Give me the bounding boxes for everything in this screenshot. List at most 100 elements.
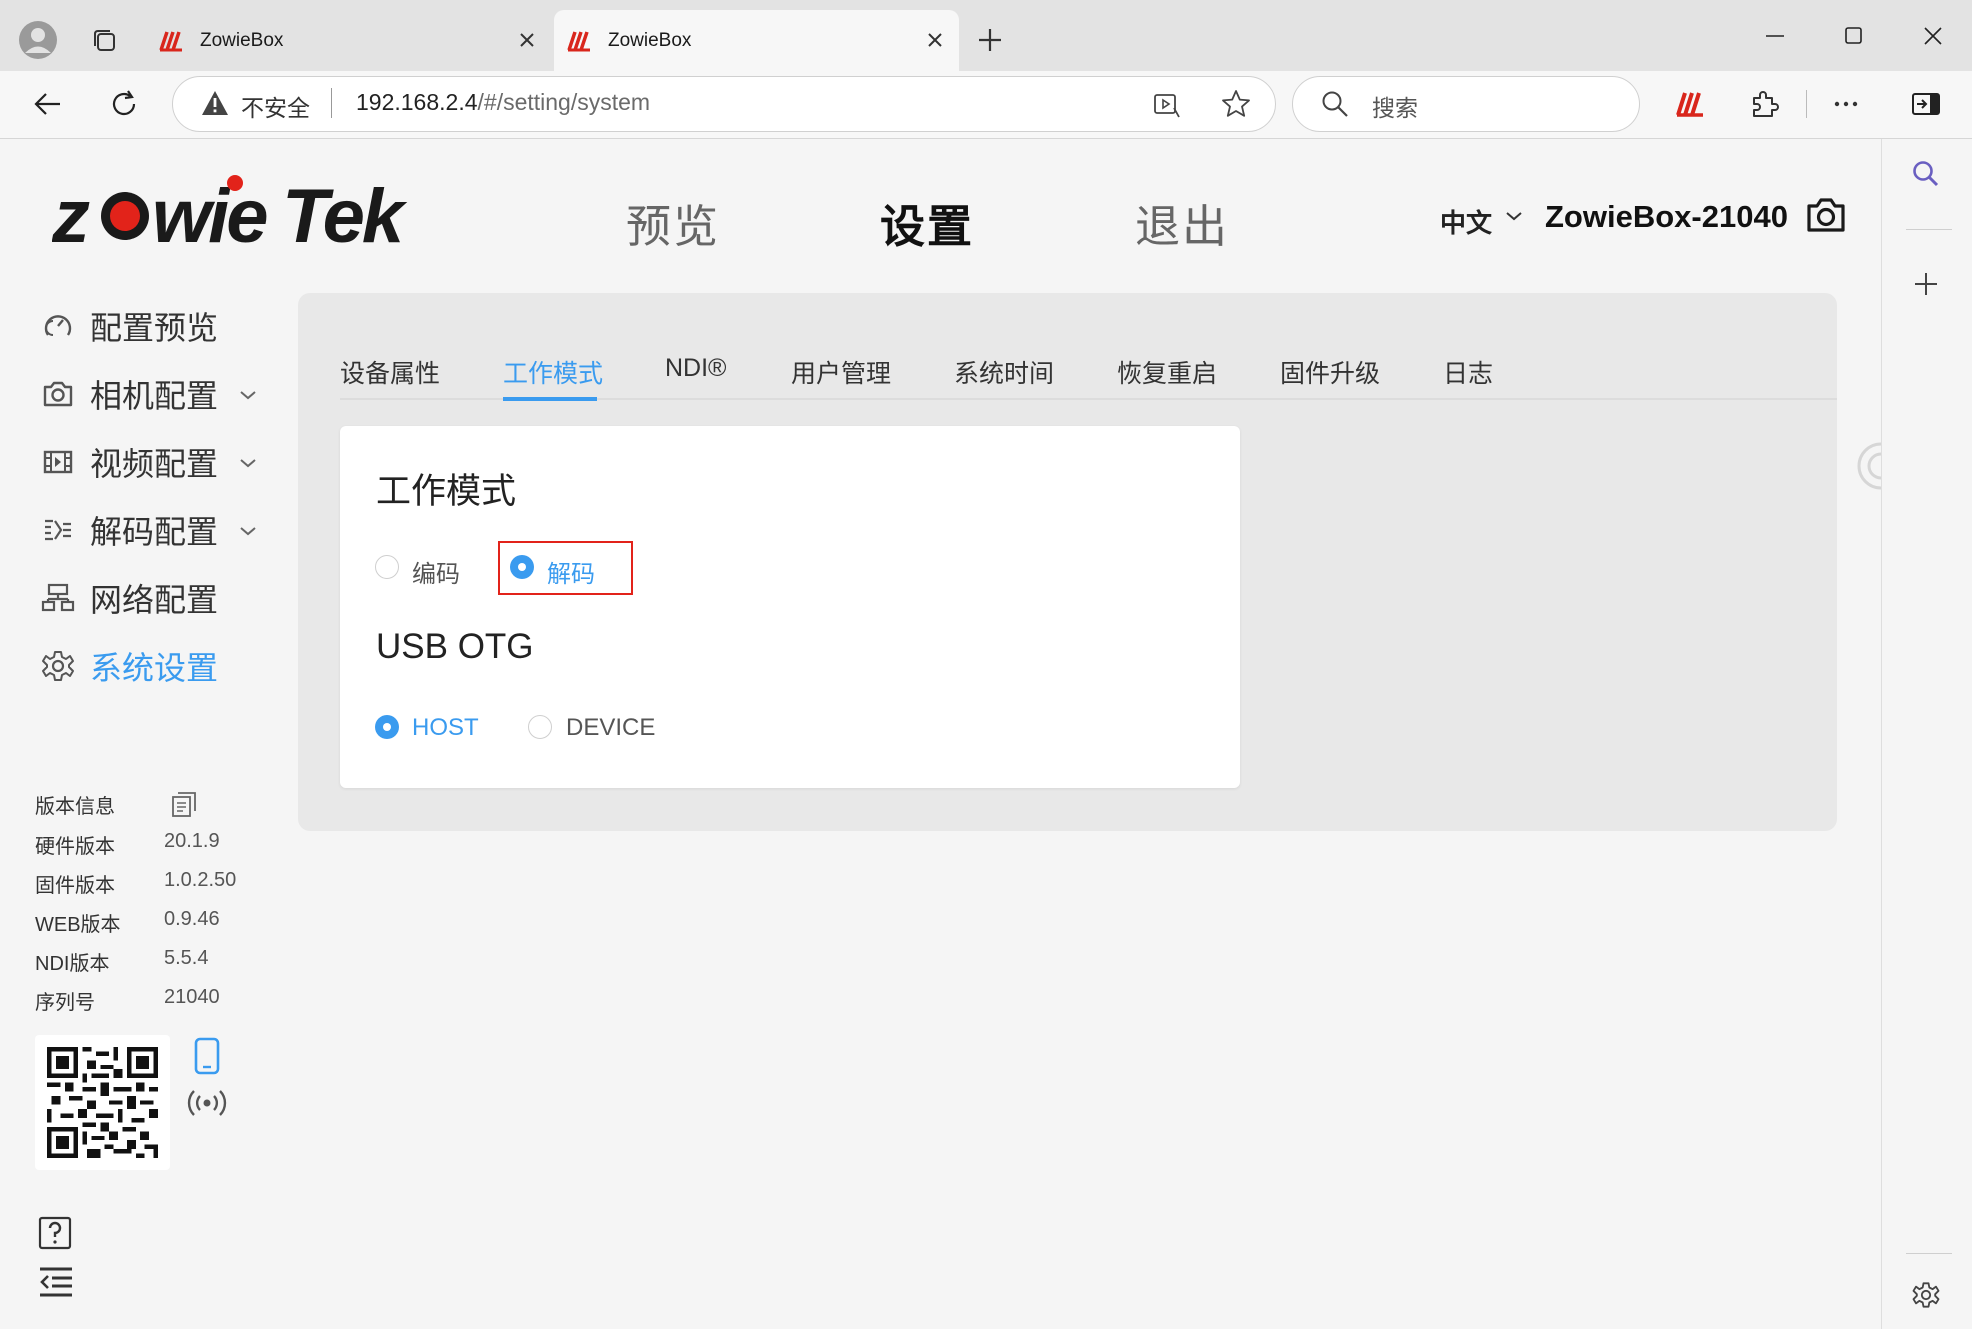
chevron-down-icon[interactable] [236,451,260,475]
wireless-broadcast-icon[interactable] [185,1087,229,1119]
url-text[interactable]: 192.168.2.4/#/setting/system [356,89,650,116]
sidebar-item-network-config[interactable]: 网络配置 [40,576,218,620]
chevron-down-icon[interactable] [1502,204,1526,228]
toolbar-divider [1806,90,1807,118]
sidebar-item-label: 网络配置 [90,582,219,618]
tab-title: ZowieBox [608,29,692,51]
sidebar-toggle-icon[interactable] [1910,88,1942,120]
sidebar-item-decode-config[interactable]: 解码配置 [40,508,218,552]
version-info-title: 版本信息 [35,796,115,818]
copy-icon[interactable] [168,788,200,820]
gear-icon [42,651,74,681]
network-icon [41,583,75,612]
address-bar[interactable] [172,76,1276,132]
device-name: ZowieBox-21040 [1545,199,1788,234]
browser-side-panel [1881,139,1972,1329]
nav-settings[interactable]: 设置 [880,190,974,255]
info-value: 5.5.4 [164,947,209,969]
info-value: 21040 [164,986,220,1008]
sidebar-item-system-settings[interactable]: 系统设置 [40,644,218,688]
dashboard-icon [44,315,72,336]
minimize-icon[interactable] [1752,16,1798,56]
floating-assist-icon[interactable] [1855,440,1881,492]
info-value: 20.1.9 [164,830,220,852]
nav-preview[interactable]: 预览 [626,190,720,255]
tab-restore-reboot[interactable]: 恢复重启 [1117,354,1217,390]
sidebar-item-label: 相机配置 [90,378,219,414]
tab-firmware-upgrade[interactable]: 固件升级 [1280,354,1380,390]
info-label: 硬件版本 [35,836,115,858]
nav-logout[interactable]: 退出 [1135,190,1229,255]
back-icon[interactable] [32,88,64,120]
sidebar-item-label: 视频配置 [90,446,219,482]
qr-code-card [35,1035,170,1170]
device-radio-label[interactable]: DEVICE [566,714,655,742]
close-tab-icon[interactable] [515,28,539,52]
immersive-reader-icon[interactable] [1152,90,1182,120]
close-window-icon[interactable] [1910,16,1956,56]
new-tab-icon[interactable] [976,26,1004,54]
maximize-icon[interactable] [1830,16,1876,56]
host-radio[interactable] [375,715,399,739]
reload-icon[interactable] [108,88,140,120]
tab-system-time[interactable]: 系统时间 [954,354,1054,390]
favorite-star-icon[interactable] [1220,88,1252,120]
encode-radio-label[interactable]: 编码 [412,554,460,589]
tab-work-mode[interactable]: 工作模式 [503,354,603,390]
usb-otg-heading: USB OTG [376,627,534,666]
camera-icon [43,381,73,407]
decode-icon [45,519,71,541]
info-value: 0.9.46 [164,908,220,930]
encode-radio[interactable] [375,555,399,579]
chevron-down-icon[interactable] [236,383,260,407]
chevron-down-icon[interactable] [236,519,260,543]
tab-title: ZowieBox [200,29,284,51]
add-side-app-icon[interactable] [1912,270,1940,298]
zowietek-favicon-icon [567,30,590,51]
gear-icon[interactable] [1911,1280,1941,1310]
tab-user-management[interactable]: 用户管理 [791,354,891,390]
film-icon [43,450,73,474]
mobile-phone-icon[interactable] [192,1037,222,1075]
svg-text:Tek: Tek [282,174,408,254]
profile-avatar-icon[interactable] [18,20,58,60]
search-placeholder: 搜索 [1372,95,1418,121]
sidebar-item-label: 配置预览 [90,310,219,346]
close-tab-icon[interactable] [923,28,947,52]
info-value: 1.0.2.50 [164,869,237,891]
zowietek-logo: z wie Tek [52,174,411,254]
camera-snapshot-icon[interactable] [1804,193,1848,237]
more-menu-icon[interactable] [1830,88,1862,120]
side-panel-divider [1906,229,1952,230]
tab-ndi[interactable]: NDI® [665,354,726,383]
browser-tab[interactable]: ZowieBox [158,10,551,71]
svg-text:wie: wie [152,174,267,254]
search-icon [1322,91,1348,117]
sidebar-item-label: 系统设置 [90,650,219,686]
info-label: WEB版本 [35,914,121,936]
tab-actions-icon[interactable] [90,26,120,56]
sidebar-item-config-preview[interactable]: 配置预览 [40,304,218,348]
work-mode-heading: 工作模式 [376,472,517,511]
security-status-label[interactable]: 不安全 [241,89,310,123]
extensions-puzzle-icon[interactable] [1748,88,1780,120]
help-icon[interactable] [38,1216,72,1250]
side-panel-divider [1906,1253,1952,1254]
sidebar-item-video-config[interactable]: 视频配置 [40,440,218,484]
browser-tab-active[interactable]: ZowieBox [554,10,959,71]
tab-device-properties[interactable]: 设备属性 [340,354,440,390]
active-tab-indicator [503,397,597,401]
host-radio-label[interactable]: HOST [412,714,479,742]
copilot-search-icon[interactable] [1910,158,1942,190]
url-host: 192.168.2.4 [356,89,478,115]
warning-icon[interactable] [200,89,230,117]
collapse-menu-icon[interactable] [38,1266,74,1298]
tab-log[interactable]: 日志 [1443,354,1493,390]
info-label: NDI版本 [35,953,110,975]
zowietek-extension-icon[interactable] [1674,88,1706,120]
sidebar-item-camera-config[interactable]: 相机配置 [40,372,218,416]
device-radio[interactable] [528,715,552,739]
address-divider [331,88,332,118]
highlight-box [498,541,633,595]
language-select[interactable]: 中文 [1440,203,1492,240]
